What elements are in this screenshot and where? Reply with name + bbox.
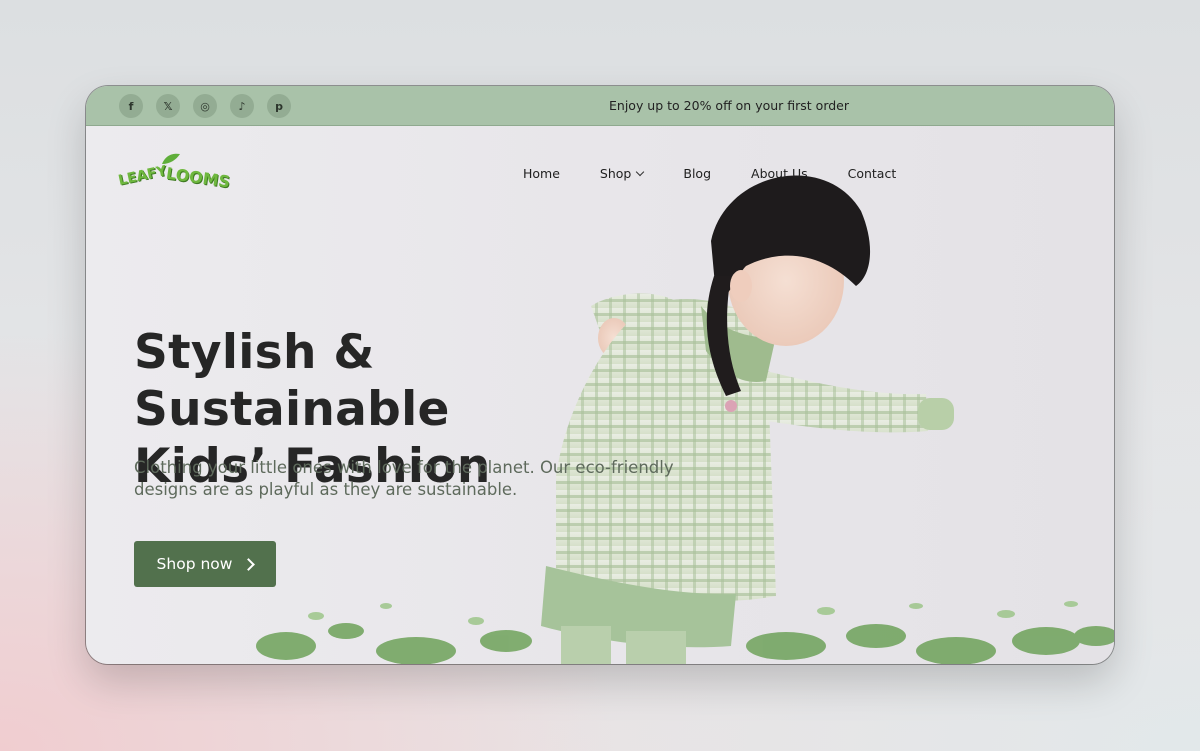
leaf-icon (162, 153, 180, 164)
facebook-icon[interactable]: f (119, 94, 143, 118)
promo-bar: f 𝕏 ◎ ♪ p Enjoy up to 20% off on your fi… (86, 86, 1114, 126)
logo[interactable]: LEAFY LOOMS (116, 153, 231, 194)
browser-frame: f 𝕏 ◎ ♪ p Enjoy up to 20% off on your fi… (86, 86, 1114, 664)
main-nav: Home Shop Blog About Us Contact (523, 166, 936, 181)
nav-contact[interactable]: Contact (848, 166, 897, 181)
headline-line-1: Stylish & Sustainable (134, 325, 450, 437)
chevron-right-icon (242, 557, 256, 571)
pinterest-icon[interactable]: p (267, 94, 291, 118)
tiktok-icon[interactable]: ♪ (230, 94, 254, 118)
nav-about[interactable]: About Us (751, 166, 808, 181)
shop-now-button[interactable]: Shop now (134, 541, 276, 587)
logo-word-leafy: LEAFY (116, 163, 169, 189)
x-twitter-icon[interactable]: 𝕏 (156, 94, 180, 118)
promo-text: Enjoy up to 20% off on your first order (609, 98, 850, 113)
nav-shop[interactable]: Shop (599, 166, 645, 181)
instagram-icon[interactable]: ◎ (193, 94, 217, 118)
hero-subtext: Clothing your little ones with love for … (134, 458, 674, 499)
nav-blog[interactable]: Blog (683, 166, 711, 181)
social-links: f 𝕏 ◎ ♪ p (119, 94, 291, 118)
logo-word-looms: LOOMS (164, 163, 232, 192)
chevron-down-icon (636, 167, 645, 177)
shop-now-label: Shop now (156, 555, 233, 573)
nav-home[interactable]: Home (523, 166, 560, 181)
nav-shop-label: Shop (599, 166, 632, 181)
